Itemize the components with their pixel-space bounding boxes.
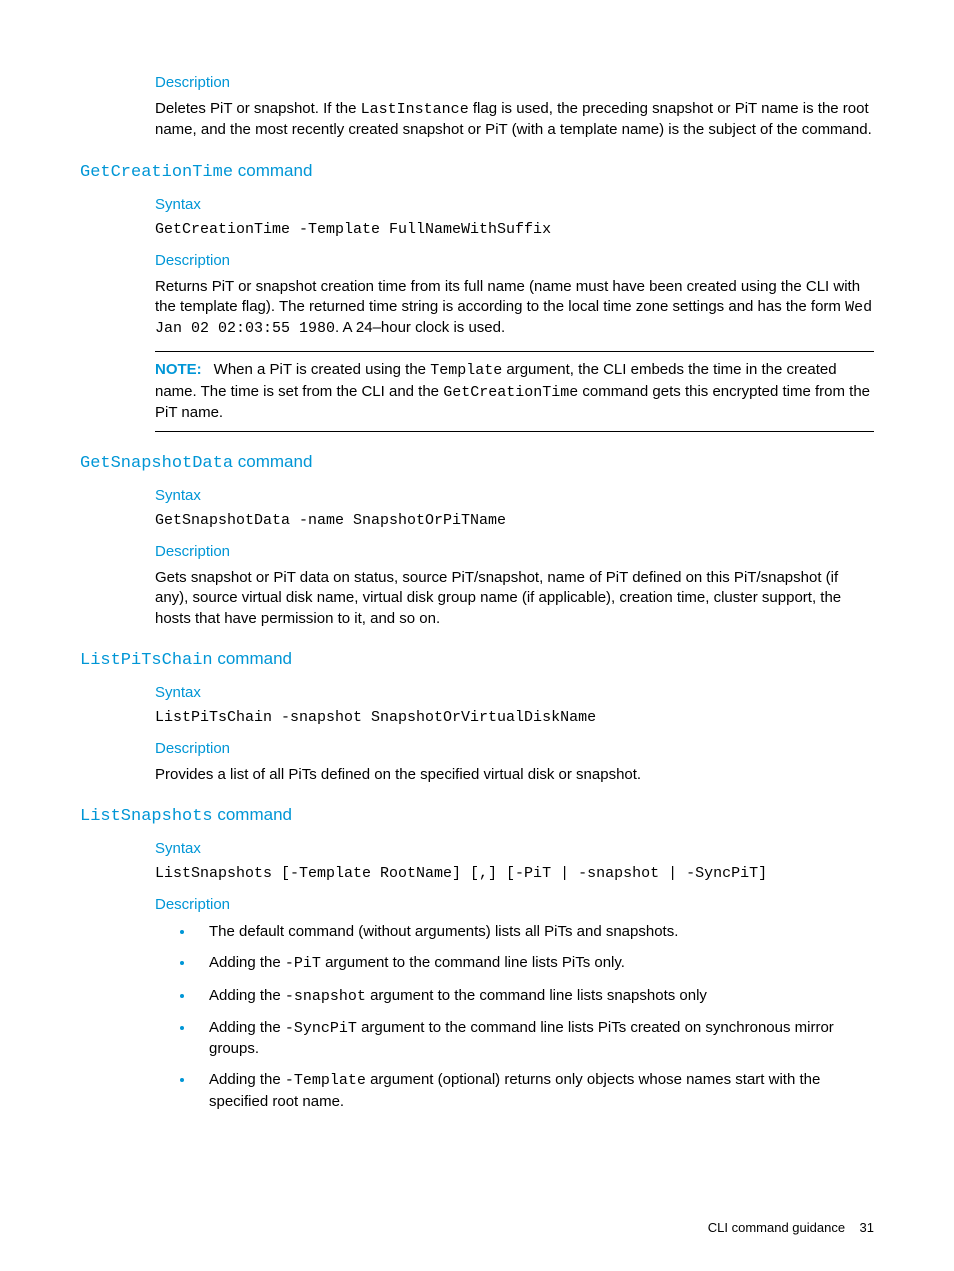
command-heading-getsnapshotdata: GetSnapshotData command (80, 452, 874, 473)
inline-code: LastInstance (361, 101, 469, 118)
syntax-heading: Syntax (155, 196, 874, 213)
list-item: Adding the -Template argument (optional)… (195, 1069, 874, 1112)
syntax-heading: Syntax (155, 840, 874, 857)
command-name: GetSnapshotData (80, 454, 233, 473)
footer-text: CLI command guidance (708, 1220, 845, 1235)
text-run: Adding the (209, 1071, 285, 1088)
bullet-list: The default command (without arguments) … (155, 921, 874, 1112)
description-heading: Description (155, 740, 874, 757)
text-run: The default command (without arguments) … (209, 923, 678, 940)
note-block: NOTE: When a PiT is created using the Tem… (155, 351, 874, 432)
text-run: Adding the (209, 954, 285, 971)
command-heading-getcreationtime: GetCreationTime command (80, 161, 874, 182)
text-run: . A 24–hour clock is used. (335, 319, 505, 336)
command-name: ListPiTsChain (80, 651, 213, 670)
page-footer: CLI command guidance 31 (708, 1220, 874, 1235)
note-label: NOTE: (155, 361, 202, 378)
text-run: Returns PiT or snapshot creation time fr… (155, 278, 860, 315)
description-paragraph: Returns PiT or snapshot creation time fr… (155, 277, 874, 340)
heading-suffix: command (233, 452, 312, 471)
inline-code: -SyncPiT (285, 1020, 357, 1037)
heading-suffix: command (213, 805, 292, 824)
syntax-line: ListPiTsChain -snapshot SnapshotOrVirtua… (155, 709, 874, 726)
syntax-heading: Syntax (155, 684, 874, 701)
text-run: Adding the (209, 987, 285, 1004)
description-paragraph: Provides a list of all PiTs defined on t… (155, 765, 874, 785)
inline-code: GetCreationTime (443, 384, 578, 401)
document-page: Description Deletes PiT or snapshot. If … (0, 0, 954, 1271)
text-run: When a PiT is created using the (214, 361, 431, 378)
list-item: The default command (without arguments) … (195, 921, 874, 942)
list-item: Adding the -SyncPiT argument to the comm… (195, 1017, 874, 1060)
syntax-line: GetSnapshotData -name SnapshotOrPiTName (155, 512, 874, 529)
heading-suffix: command (213, 649, 292, 668)
list-item: Adding the -snapshot argument to the com… (195, 985, 874, 1007)
command-heading-listsnapshots: ListSnapshots command (80, 805, 874, 826)
inline-code: Template (430, 362, 502, 379)
command-name: ListSnapshots (80, 807, 213, 826)
heading-suffix: command (233, 161, 312, 180)
text-run: argument to the command line lists PiTs … (321, 954, 625, 971)
text-run: argument to the command line lists snaps… (366, 987, 707, 1004)
description-paragraph: Gets snapshot or PiT data on status, sou… (155, 568, 874, 629)
inline-code: -Template (285, 1072, 366, 1089)
command-heading-listpitschain: ListPiTsChain command (80, 649, 874, 670)
page-number: 31 (860, 1220, 874, 1235)
syntax-heading: Syntax (155, 487, 874, 504)
syntax-line: GetCreationTime -Template FullNameWithSu… (155, 221, 874, 238)
syntax-line: ListSnapshots [-Template RootName] [,] [… (155, 865, 874, 882)
description-heading: Description (155, 252, 874, 269)
text-run: Deletes PiT or snapshot. If the (155, 100, 361, 117)
text-run: Adding the (209, 1019, 285, 1036)
description-heading: Description (155, 74, 874, 91)
inline-code: -snapshot (285, 988, 366, 1005)
description-heading: Description (155, 543, 874, 560)
inline-code: -PiT (285, 955, 321, 972)
command-name: GetCreationTime (80, 163, 233, 182)
description-paragraph: Deletes PiT or snapshot. If the LastInst… (155, 99, 874, 141)
list-item: Adding the -PiT argument to the command … (195, 952, 874, 974)
description-heading: Description (155, 896, 874, 913)
